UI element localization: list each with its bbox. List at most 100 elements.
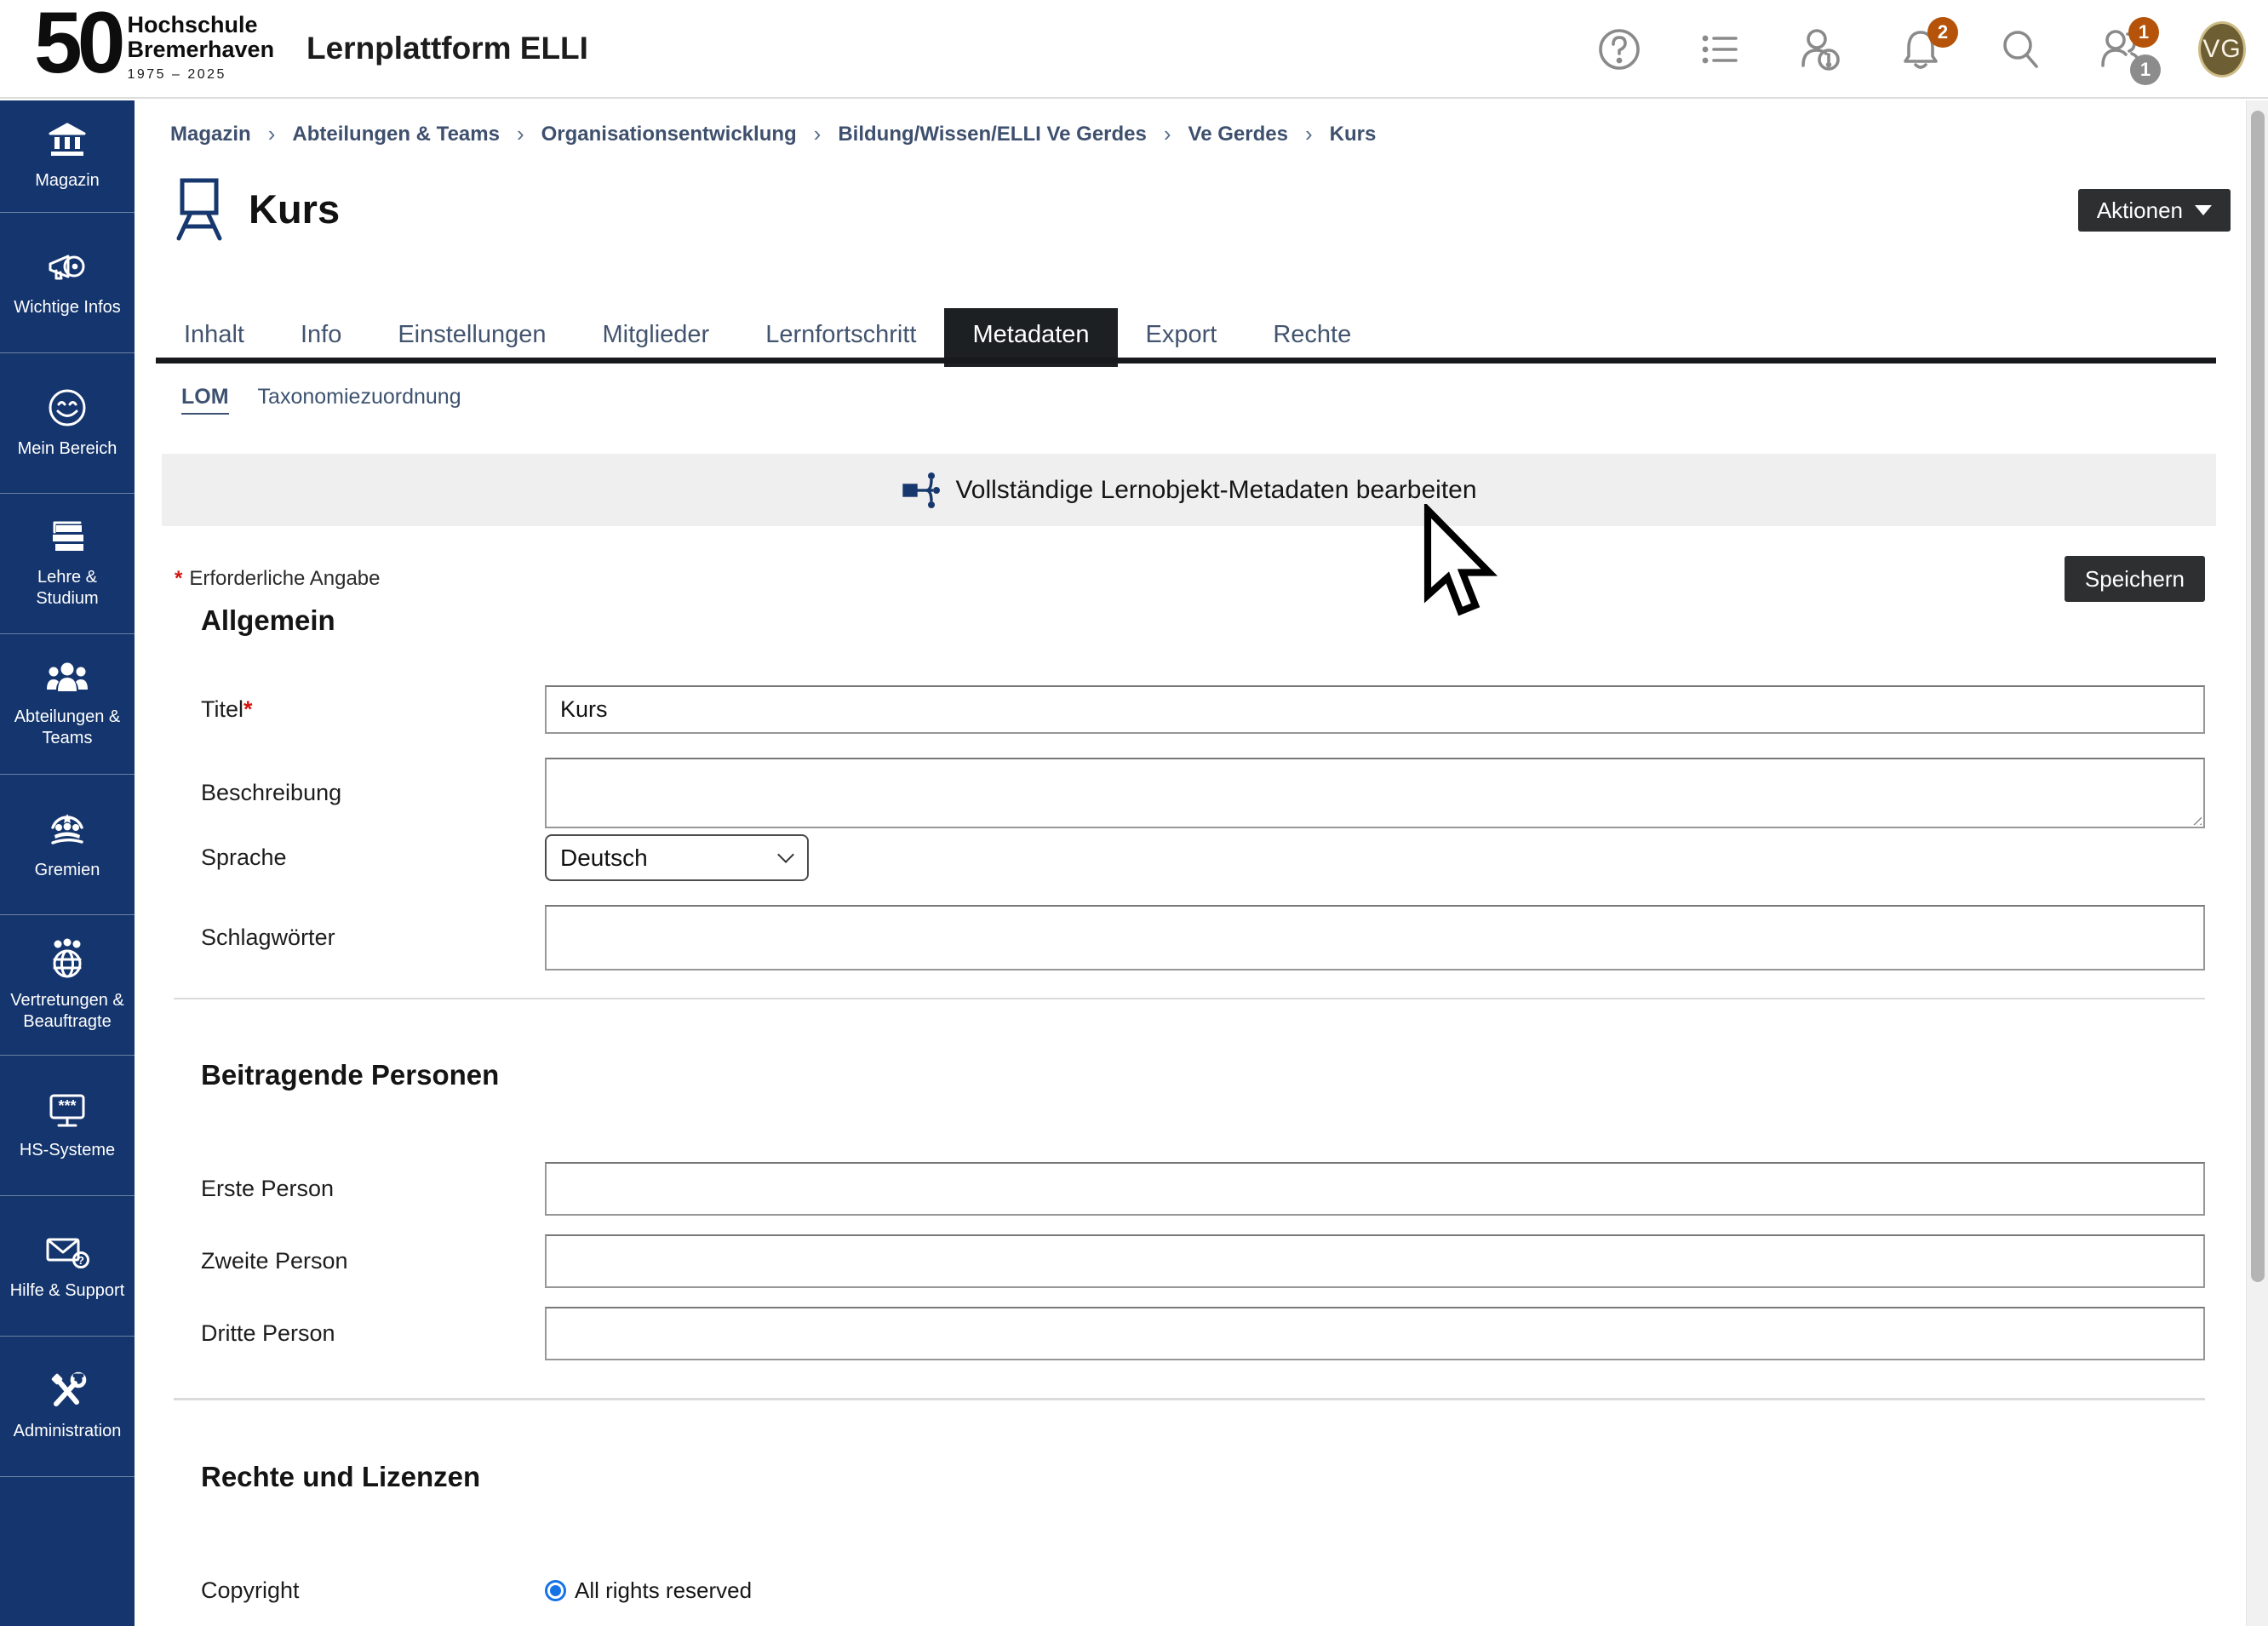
tab-metadaten[interactable]: Metadaten [944,308,1117,358]
section-title-rights: Rechte und Lizenzen [201,1461,480,1493]
sprache-label: Sprache [174,844,545,871]
logo-name-1: Hochschule [127,13,274,37]
form-row-zweite-person: Zweite Person [174,1234,2205,1288]
sidebar-item-vertretungen[interactable]: Vertretungen & Beauftragte [0,915,135,1056]
sidebar-item-hs-systeme[interactable]: *** HS-Systeme [0,1056,135,1196]
sidebar-item-mein-bereich[interactable]: Mein Bereich [0,353,135,494]
sidebar-item-gremien[interactable]: Gremien [0,775,135,915]
breadcrumb-item[interactable]: Magazin [170,123,251,146]
dritte-person-input[interactable] [545,1307,2205,1360]
main-content: Magazin › Abteilungen & Teams › Organisa… [135,100,2246,1626]
breadcrumb-separator: › [1305,121,1313,147]
save-button[interactable]: Speichern [2065,556,2205,602]
mail-help-icon: ? [45,1231,89,1270]
copyright-radio-selected[interactable] [545,1580,566,1601]
beschreibung-textarea[interactable] [545,758,2205,828]
schlagwoerter-label: Schlagwörter [174,925,545,951]
titel-input[interactable] [545,685,2205,734]
breadcrumb-separator: › [517,121,524,147]
sidebar-item-label: Abteilungen & Teams [4,707,130,749]
bank-icon [47,121,88,160]
form-row-beschreibung: Beschreibung [174,758,2205,828]
user-menu-button[interactable]: VG [2198,26,2246,73]
awareness-button[interactable] [1796,26,1844,73]
logo-50: 50 [34,3,120,83]
sidebar-item-label: Gremien [35,860,100,881]
page-title: Kurs [249,186,340,232]
breadcrumb-item[interactable]: Abteilungen & Teams [292,123,500,146]
contacts-button[interactable]: 1 1 [2098,26,2145,73]
sidebar-item-administration[interactable]: Administration [0,1337,135,1477]
edit-full-metadata-banner[interactable]: Vollständige Lernobjekt-Metadaten bearbe… [162,454,2216,526]
subtab-taxonomiezuordnung[interactable]: Taxonomiezuordnung [258,385,461,415]
sidebar-item-wichtige-infos[interactable]: Wichtige Infos [0,213,135,353]
schlagwoerter-input[interactable] [545,905,2205,970]
required-asterisk: * [243,696,253,722]
hochschule-logo: 50 Hochschule Bremerhaven 1975 – 2025 [34,3,274,83]
logo-name-2: Bremerhaven [127,37,274,62]
breadcrumb-item[interactable]: Kurs [1330,123,1377,146]
logo-years: 1975 – 2025 [127,67,274,83]
sidebar-item-lehre-studium[interactable]: Lehre & Studium [0,494,135,634]
form-row-dritte-person: Dritte Person [174,1307,2205,1360]
sidebar-item-label: Hilfe & Support [10,1280,125,1302]
sidebar-item-abteilungen-teams[interactable]: Abteilungen & Teams [0,634,135,775]
tab-export[interactable]: Export [1118,308,1246,358]
breadcrumb-item[interactable]: Bildung/Wissen/ELLI Ve Gerdes [838,123,1147,146]
actions-button[interactable]: Aktionen [2078,189,2231,232]
sidebar-item-label: HS-Systeme [20,1140,115,1161]
question-circle-icon [1597,27,1641,72]
zweite-person-input[interactable] [545,1234,2205,1288]
tab-lernfortschritt[interactable]: Lernfortschritt [737,308,944,358]
notification-badge: 2 [1927,17,1958,48]
breadcrumb-separator: › [1164,121,1171,147]
user-alert-icon [1797,26,1843,72]
form-row-sprache: Sprache Deutsch [174,834,2205,881]
flyout-list-button[interactable] [1696,26,1744,73]
tab-einstellungen[interactable]: Einstellungen [369,308,574,358]
subtab-lom[interactable]: LOM [181,385,229,415]
scrollbar-thumb[interactable] [2251,111,2265,1282]
vertical-scrollbar[interactable] [2246,100,2268,1626]
search-button[interactable] [1997,26,2045,73]
breadcrumb-item[interactable]: Ve Gerdes [1188,123,1288,146]
sidebar-item-label: Lehre & Studium [4,567,130,610]
svg-text:***: *** [58,1097,76,1114]
help-button[interactable] [1595,26,1643,73]
erste-person-input[interactable] [545,1162,2205,1216]
form-row-schlagwoerter: Schlagwörter [174,905,2205,970]
course-easel-icon [172,175,226,242]
titel-label: Titel* [174,696,545,723]
breadcrumb-item[interactable]: Organisationsentwicklung [541,123,797,146]
sidebar-item-hilfe-support[interactable]: ? Hilfe & Support [0,1196,135,1337]
contacts-badge-secondary: 1 [2130,54,2161,85]
header-icon-bar: 2 1 1 VG [1595,0,2246,99]
edit-full-metadata-label: Vollständige Lernobjekt-Metadaten bearbe… [955,476,1476,505]
section-title-general: Allgemein [201,604,335,637]
form-toolbar: *Erforderliche Angabe Speichern [175,555,2205,603]
main-sidebar: Magazin Wichtige Infos Mein Bereich Lehr… [0,100,135,1626]
tab-info[interactable]: Info [272,308,369,358]
books-icon [46,518,89,557]
copyright-option-label[interactable]: All rights reserved [575,1577,752,1604]
subtab-bar: LOM Taxonomiezuordnung [181,385,461,415]
dritte-person-label: Dritte Person [174,1320,545,1347]
form-row-titel: Titel* [174,685,2205,734]
tab-rechte[interactable]: Rechte [1245,308,1379,358]
notifications-button[interactable]: 2 [1897,26,1944,73]
sidebar-item-magazin[interactable]: Magazin [0,100,135,213]
avatar[interactable]: VG [2198,21,2246,77]
section-divider [174,998,2205,999]
beschreibung-label: Beschreibung [174,780,545,806]
sidebar-item-label: Magazin [35,170,100,192]
sprache-select[interactable]: Deutsch [545,834,809,881]
committee-icon [46,809,89,850]
zweite-person-label: Zweite Person [174,1248,545,1274]
required-asterisk: * [175,567,182,590]
caret-down-icon [2195,205,2212,215]
breadcrumb: Magazin › Abteilungen & Teams › Organisa… [170,121,1376,147]
metadata-tree-icon [901,469,940,512]
erste-person-label: Erste Person [174,1176,545,1202]
tab-inhalt[interactable]: Inhalt [156,308,272,358]
tab-mitglieder[interactable]: Mitglieder [574,308,737,358]
